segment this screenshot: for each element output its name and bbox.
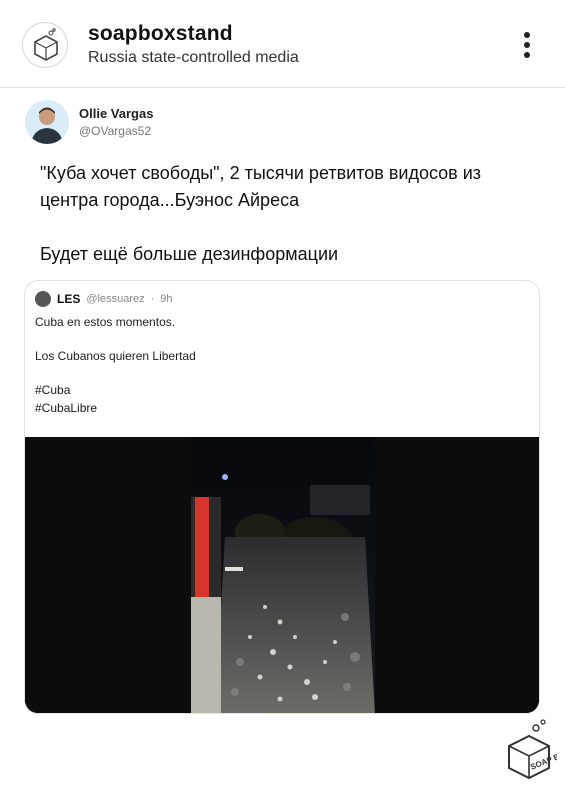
channel-subtitle: Russia state-controlled media — [88, 49, 299, 66]
channel-header: soapboxstand Russia state-controlled med… — [0, 0, 565, 88]
more-vertical-icon — [524, 32, 530, 38]
night-street-crowd-video — [25, 437, 539, 713]
tweet-author-name[interactable]: Ollie Vargas — [79, 106, 153, 121]
meta-separator: · — [150, 293, 155, 305]
more-menu-button[interactable] — [517, 28, 537, 62]
soapbox-logo-icon — [34, 28, 58, 61]
channel-name[interactable]: soapboxstand — [88, 22, 233, 46]
quoted-tweet-card[interactable]: LES @lessuarez · 9h Cuba en estos moment… — [24, 280, 540, 714]
channel-avatar[interactable] — [22, 22, 68, 68]
soapbox-watermark: SOAP BOX — [503, 718, 565, 780]
quoted-author-name[interactable]: LES — [57, 292, 80, 306]
tweet-author-avatar[interactable] — [25, 100, 69, 144]
hashtag-link[interactable]: #Cuba — [35, 383, 70, 397]
tweet-text: "Куба хочет свободы", 2 тысячи ретвитов … — [40, 163, 482, 210]
quoted-author-avatar[interactable] — [35, 291, 51, 307]
quoted-tweet-line: Los Cubanos quieren Libertad — [35, 349, 196, 363]
tweet-video[interactable] — [25, 437, 539, 713]
soapbox-logo-icon: SOAP BOX — [508, 719, 565, 780]
hashtag-link[interactable]: #CubaLibre — [35, 401, 97, 415]
quoted-tweet-header: LES @lessuarez · 9h — [35, 289, 173, 309]
tweet-comment: Будет ещё больше дезинформации — [40, 244, 339, 264]
person-avatar-icon — [25, 100, 69, 144]
quoted-author-handle[interactable]: @lessuarez — [86, 293, 144, 305]
quoted-tweet-time: 9h — [160, 293, 173, 305]
tweet-author-handle[interactable]: @OVargas52 — [79, 124, 151, 138]
quoted-tweet-line: Cuba en estos momentos. — [35, 315, 176, 329]
